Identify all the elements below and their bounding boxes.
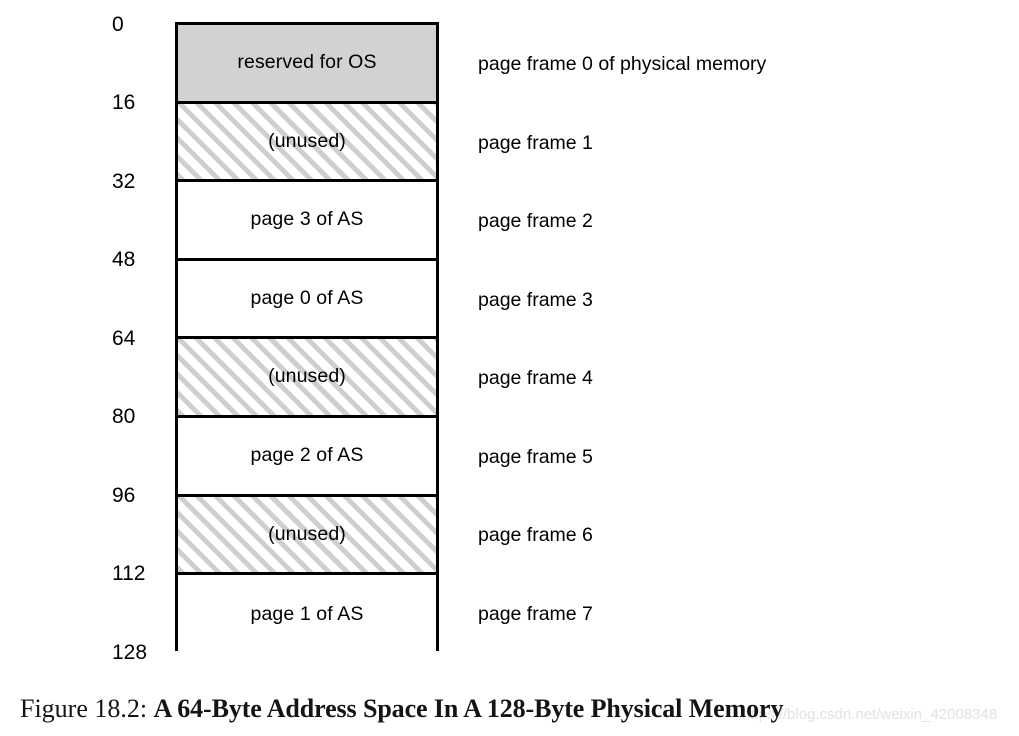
offset-tick-32: 32 <box>112 170 136 193</box>
page-frame-7-content: page 1 of AS <box>250 602 364 625</box>
offset-tick-128: 128 <box>112 641 148 664</box>
side-label-frame-3: page frame 3 <box>478 289 593 311</box>
offset-tick-112: 112 <box>112 562 146 585</box>
page-frame-4-content: (unused) <box>268 365 346 388</box>
figure-container: 0 16 32 48 64 80 96 112 128 reserved for… <box>0 0 1019 736</box>
page-frame-5-content: page 2 of AS <box>250 444 364 467</box>
page-frame-5: page 2 of AS <box>178 418 436 497</box>
page-frame-3-content: page 0 of AS <box>250 286 364 309</box>
page-frame-6-content: (unused) <box>268 522 346 545</box>
figure-caption-prefix: Figure 18.2: <box>20 694 154 723</box>
figure-caption: Figure 18.2: A 64-Byte Address Space In … <box>20 694 1010 724</box>
page-frame-4: (unused) <box>178 339 436 418</box>
side-label-frame-4: page frame 4 <box>478 367 593 389</box>
offset-tick-48: 48 <box>112 248 136 271</box>
page-frame-3: page 0 of AS <box>178 260 436 340</box>
side-label-frame-2: page frame 2 <box>478 210 593 232</box>
offset-tick-0: 0 <box>112 13 124 36</box>
page-frame-2: page 3 of AS <box>178 182 436 261</box>
figure-caption-title: A 64-Byte Address Space In A 128-Byte Ph… <box>153 694 784 723</box>
offset-tick-16: 16 <box>112 91 136 114</box>
page-frame-0: reserved for OS <box>178 25 436 104</box>
side-label-frame-7: page frame 7 <box>478 603 593 625</box>
page-frame-6: (unused) <box>178 496 436 576</box>
page-frame-2-content: page 3 of AS <box>250 208 364 231</box>
offset-tick-96: 96 <box>112 484 136 507</box>
physical-memory-box: reserved for OS (unused) page 3 of AS pa… <box>175 22 439 654</box>
offset-tick-80: 80 <box>112 405 136 428</box>
page-frame-7: page 1 of AS <box>178 575 436 654</box>
side-label-frame-1: page frame 1 <box>478 132 593 154</box>
page-frame-1: (unused) <box>178 103 436 183</box>
side-label-frame-6: page frame 6 <box>478 524 593 546</box>
side-label-frame-5: page frame 5 <box>478 446 593 468</box>
page-frame-0-content: reserved for OS <box>237 51 377 74</box>
side-label-frame-0: page frame 0 of physical memory <box>478 53 767 75</box>
offset-tick-64: 64 <box>112 327 136 350</box>
page-frame-1-content: (unused) <box>268 129 346 152</box>
